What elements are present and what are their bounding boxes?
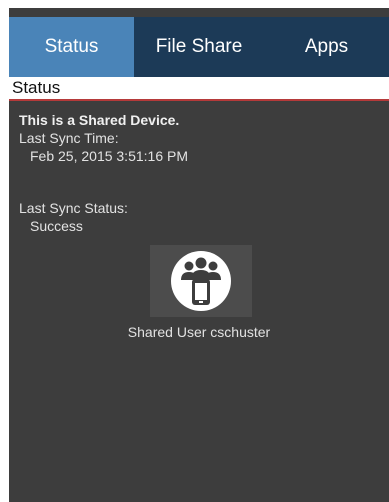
last-sync-time-label: Last Sync Time: [19, 130, 119, 146]
tab-file-share[interactable]: File Share [134, 17, 264, 77]
tab-bar: Status File Share Apps [9, 17, 389, 77]
section-title: Status [9, 77, 389, 101]
tab-status[interactable]: Status [9, 17, 134, 77]
shared-user-device-icon [171, 251, 231, 311]
shared-device-notice: This is a Shared Device. [19, 112, 180, 128]
last-sync-time-value: Feb 25, 2015 3:51:16 PM [30, 148, 188, 164]
app-window: Status File Share Apps Status This is a … [9, 8, 389, 502]
shared-user-label: Shared User cschuster [127, 324, 271, 340]
tab-apps[interactable]: Apps [264, 17, 389, 77]
last-sync-status-label: Last Sync Status: [19, 200, 128, 216]
top-strip [9, 8, 389, 17]
shared-user-button[interactable] [150, 245, 252, 317]
last-sync-status-value: Success [30, 218, 83, 234]
